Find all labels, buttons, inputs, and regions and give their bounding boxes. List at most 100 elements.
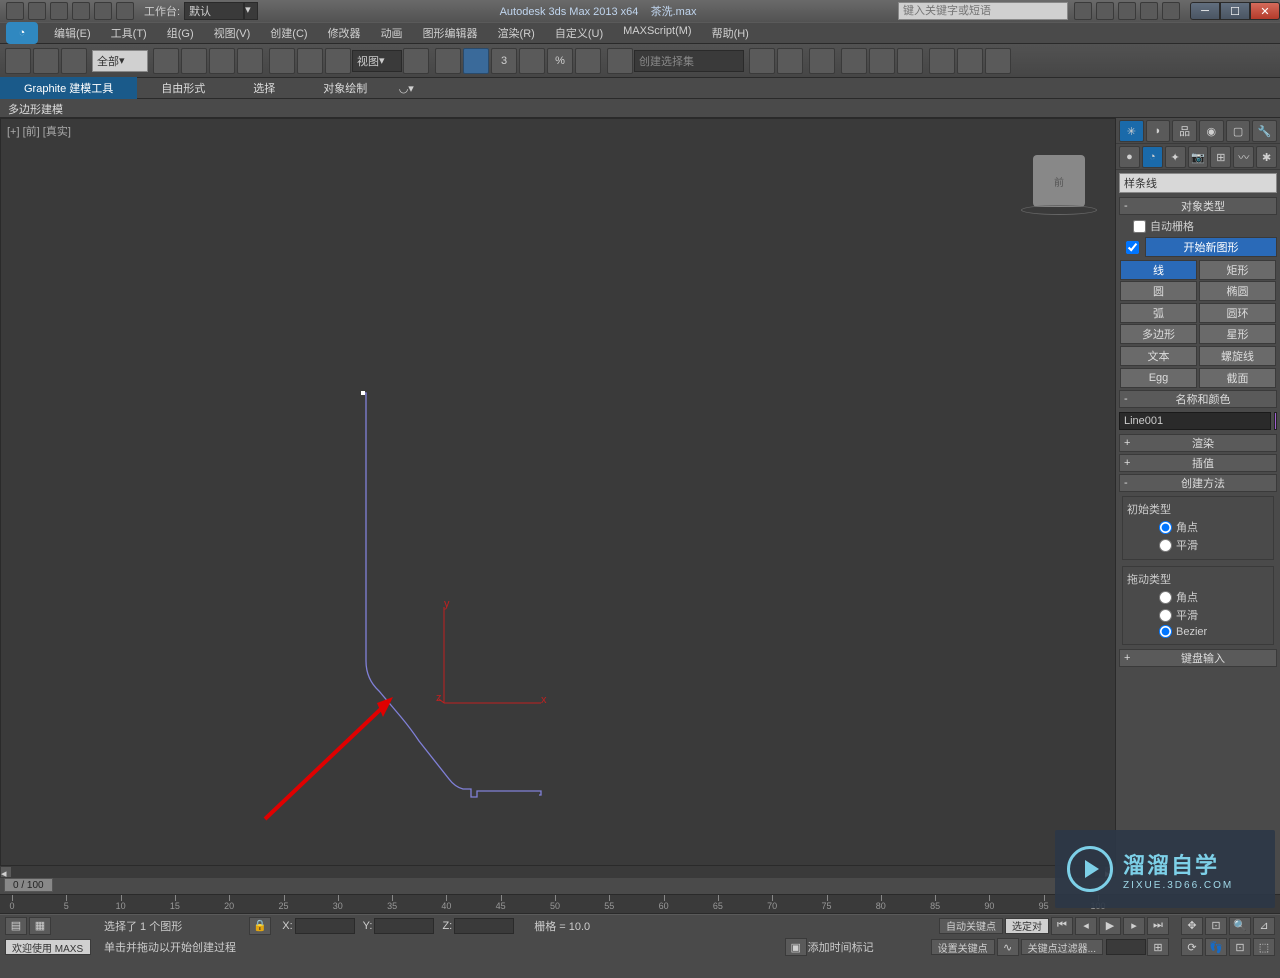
- unlink-icon[interactable]: [33, 48, 59, 74]
- motion-tab-icon[interactable]: ◉: [1199, 120, 1224, 142]
- listener-icon[interactable]: ▦: [29, 917, 51, 935]
- bind-space-warp-icon[interactable]: [61, 48, 87, 74]
- qat-save[interactable]: [50, 2, 68, 20]
- lights-cat-icon[interactable]: ✦: [1165, 146, 1186, 168]
- rollout-name-color[interactable]: -名称和颜色: [1119, 390, 1277, 408]
- qat-project[interactable]: [116, 2, 134, 20]
- select-by-name-icon[interactable]: [181, 48, 207, 74]
- favorites-icon[interactable]: [1140, 2, 1158, 20]
- objtype-文本[interactable]: 文本: [1120, 346, 1197, 366]
- x-coord-input[interactable]: [295, 918, 355, 934]
- objtype-线[interactable]: 线: [1120, 260, 1197, 280]
- menu-图形编辑器[interactable]: 图形编辑器: [413, 22, 488, 44]
- exchange-icon[interactable]: [1118, 2, 1136, 20]
- isolate-icon[interactable]: ▣: [785, 938, 807, 956]
- curve-editor-icon[interactable]: [841, 48, 867, 74]
- ribbon-panel-label[interactable]: 多边形建模: [0, 99, 1280, 118]
- z-coord-input[interactable]: [454, 918, 514, 934]
- maximize-button[interactable]: ☐: [1220, 2, 1250, 20]
- object-color-swatch[interactable]: [1274, 412, 1277, 430]
- menu-渲染(R)[interactable]: 渲染(R): [488, 22, 545, 44]
- menu-视图(V)[interactable]: 视图(V): [204, 22, 261, 44]
- ribbon-tab-0[interactable]: Graphite 建模工具: [0, 77, 137, 99]
- drag-smooth-radio[interactable]: [1159, 609, 1172, 622]
- objtype-Egg[interactable]: Egg: [1120, 368, 1197, 388]
- keyconfig-icon[interactable]: [1096, 2, 1114, 20]
- orbit-icon[interactable]: ⟳: [1181, 938, 1203, 956]
- key-mode-icon[interactable]: ∿: [997, 938, 1019, 956]
- render-production-icon[interactable]: [985, 48, 1011, 74]
- rotate-icon[interactable]: [297, 48, 323, 74]
- qat-undo[interactable]: [72, 2, 90, 20]
- percent-snap-icon[interactable]: %: [547, 48, 573, 74]
- set-key-button[interactable]: 设置关键点: [931, 939, 995, 955]
- edit-named-sel-icon[interactable]: [607, 48, 633, 74]
- refcoord-dropdown[interactable]: 视图 ▾: [352, 50, 402, 72]
- current-frame-input[interactable]: [1106, 939, 1146, 955]
- next-frame-icon[interactable]: ▸: [1123, 917, 1145, 935]
- modify-tab-icon[interactable]: ◗: [1146, 120, 1171, 142]
- zoom-icon[interactable]: 🔍: [1229, 917, 1251, 935]
- key-filters-button[interactable]: 关键点过滤器...: [1021, 939, 1103, 955]
- snap-toggle-icon[interactable]: [463, 48, 489, 74]
- help-search[interactable]: [898, 2, 1068, 20]
- ribbon-expand-icon[interactable]: ◡▾: [391, 82, 421, 95]
- selected-obj-dd[interactable]: 选定对: [1005, 918, 1049, 934]
- mirror-icon[interactable]: [749, 48, 775, 74]
- qat-new[interactable]: [6, 2, 24, 20]
- ribbon-tab-2[interactable]: 选择: [229, 77, 299, 99]
- align-icon[interactable]: [777, 48, 803, 74]
- goto-end-icon[interactable]: ⏭: [1147, 917, 1169, 935]
- geometry-cat-icon[interactable]: ●: [1119, 146, 1140, 168]
- objtype-截面[interactable]: 截面: [1199, 368, 1276, 388]
- cameras-cat-icon[interactable]: 📷: [1188, 146, 1209, 168]
- menu-工具(T)[interactable]: 工具(T): [101, 22, 157, 44]
- utilities-tab-icon[interactable]: 🔧: [1252, 120, 1277, 142]
- pivot-icon[interactable]: [403, 48, 429, 74]
- link-icon[interactable]: [5, 48, 31, 74]
- layers-icon[interactable]: [809, 48, 835, 74]
- viewcube[interactable]: 前: [1033, 155, 1085, 207]
- objtype-圆[interactable]: 圆: [1120, 281, 1197, 301]
- h-scrollbar[interactable]: [12, 866, 1104, 878]
- display-tab-icon[interactable]: ▢: [1226, 120, 1251, 142]
- viewcube-ring[interactable]: [1021, 205, 1097, 215]
- zoom-extents-icon[interactable]: ⊡: [1205, 917, 1227, 935]
- select-manipulate-icon[interactable]: [435, 48, 461, 74]
- material-editor-icon[interactable]: [897, 48, 923, 74]
- menu-编辑(E)[interactable]: 编辑(E): [44, 22, 101, 44]
- menu-动画[interactable]: 动画: [371, 22, 413, 44]
- objtype-螺旋线[interactable]: 螺旋线: [1199, 346, 1276, 366]
- snap-3-icon[interactable]: 3: [491, 48, 517, 74]
- angle-snap-icon[interactable]: [519, 48, 545, 74]
- auto-key-button[interactable]: 自动关键点: [939, 918, 1003, 934]
- menu-创建(C)[interactable]: 创建(C): [260, 22, 317, 44]
- ribbon-tab-1[interactable]: 自由形式: [137, 77, 229, 99]
- time-slider[interactable]: 0 / 100: [4, 878, 53, 892]
- infocenter-icon[interactable]: [1074, 2, 1092, 20]
- hierarchy-tab-icon[interactable]: 品: [1172, 120, 1197, 142]
- fov-icon[interactable]: ⊿: [1253, 917, 1275, 935]
- start-new-shape-button[interactable]: 开始新图形: [1145, 237, 1277, 257]
- ribbon-tab-3[interactable]: 对象绘制: [299, 77, 391, 99]
- select-object-icon[interactable]: [153, 48, 179, 74]
- helpers-cat-icon[interactable]: ⊞: [1210, 146, 1231, 168]
- y-coord-input[interactable]: [374, 918, 434, 934]
- pan-view-icon[interactable]: ✥: [1181, 917, 1203, 935]
- rendered-frame-icon[interactable]: [957, 48, 983, 74]
- start-new-shape-checkbox[interactable]: [1126, 241, 1139, 254]
- qat-redo[interactable]: [94, 2, 112, 20]
- add-time-tag[interactable]: 添加时间标记: [808, 939, 874, 955]
- walk-icon[interactable]: 👣: [1205, 938, 1227, 956]
- rollout-create-method[interactable]: -创建方法: [1119, 474, 1277, 492]
- app-menu-button[interactable]: ◔: [6, 22, 38, 44]
- object-name-input[interactable]: [1119, 412, 1271, 430]
- named-selection-sets[interactable]: 创建选择集: [634, 50, 744, 72]
- init-corner-radio[interactable]: [1159, 521, 1172, 534]
- init-smooth-radio[interactable]: [1159, 539, 1172, 552]
- time-config-icon[interactable]: ⊞: [1147, 938, 1169, 956]
- category-dropdown[interactable]: 样条线: [1119, 173, 1277, 193]
- objtype-圆环[interactable]: 圆环: [1199, 303, 1276, 323]
- workspace-dropdown[interactable]: 默认: [184, 2, 244, 20]
- rollout-render[interactable]: +渲染: [1119, 434, 1277, 452]
